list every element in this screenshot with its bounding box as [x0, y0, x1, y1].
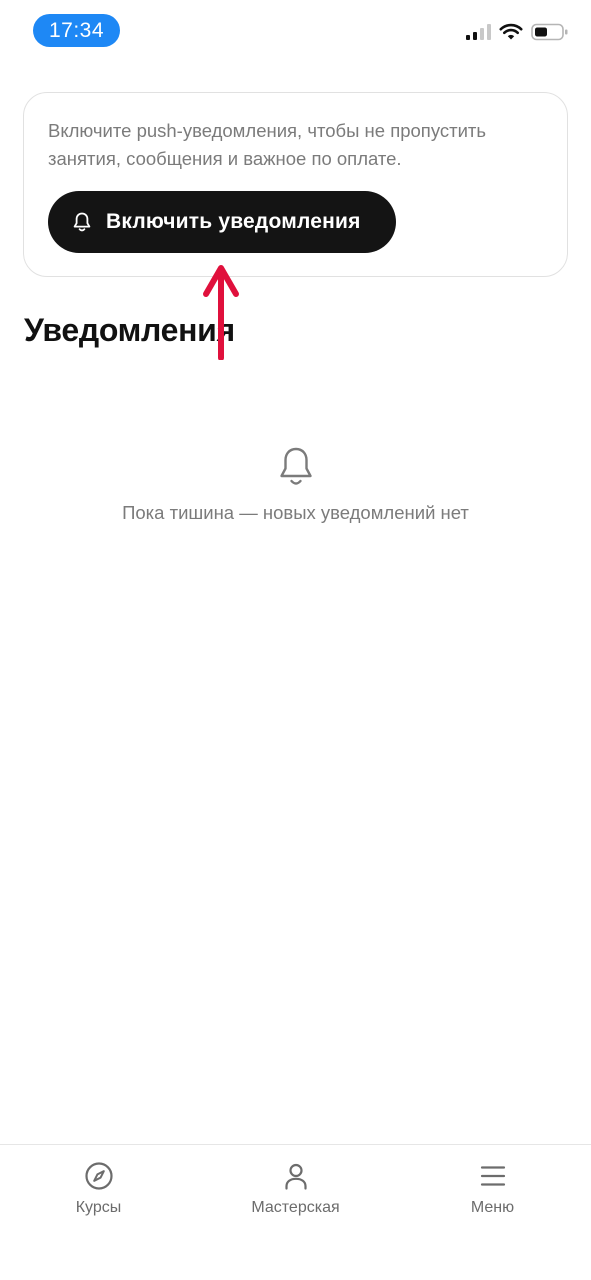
nav-item-workshop[interactable]: Мастерская	[197, 1145, 394, 1235]
nav-label-courses: Курсы	[75, 1199, 122, 1216]
enable-notifications-label: Включить уведомления	[106, 210, 361, 233]
status-bar: 17:34	[0, 0, 591, 60]
nav-label-workshop: Мастерская	[251, 1199, 340, 1216]
compass-icon	[84, 1162, 113, 1190]
push-banner-text: Включите push-уведомления, чтобы не проп…	[48, 120, 487, 169]
person-icon	[284, 1163, 307, 1190]
battery-icon	[531, 23, 568, 41]
nav-label-menu: Меню	[470, 1199, 515, 1216]
empty-state-text: Пока тишина — новых уведомлений нет	[122, 502, 469, 523]
notifications-screen: 17:34 Включите push-уведомления, чтобы н…	[0, 0, 591, 1280]
enable-notifications-button[interactable]: Включить уведомления	[48, 191, 396, 253]
push-banner-card: Включите push-уведомления, чтобы не проп…	[23, 92, 568, 277]
status-icons	[466, 22, 569, 42]
nav-item-menu[interactable]: Меню	[394, 1145, 591, 1235]
nav-item-courses[interactable]: Курсы	[0, 1145, 197, 1235]
bell-icon	[72, 211, 92, 233]
hamburger-menu-icon	[480, 1166, 505, 1186]
bottom-navigation: Курсы Мастерская Меню	[0, 1144, 591, 1280]
status-time: 17:34	[33, 14, 120, 47]
cellular-signal-icon	[466, 24, 491, 40]
empty-state-bell-icon	[280, 447, 312, 485]
annotation-arrow-icon	[203, 265, 239, 360]
wifi-icon	[499, 23, 523, 40]
